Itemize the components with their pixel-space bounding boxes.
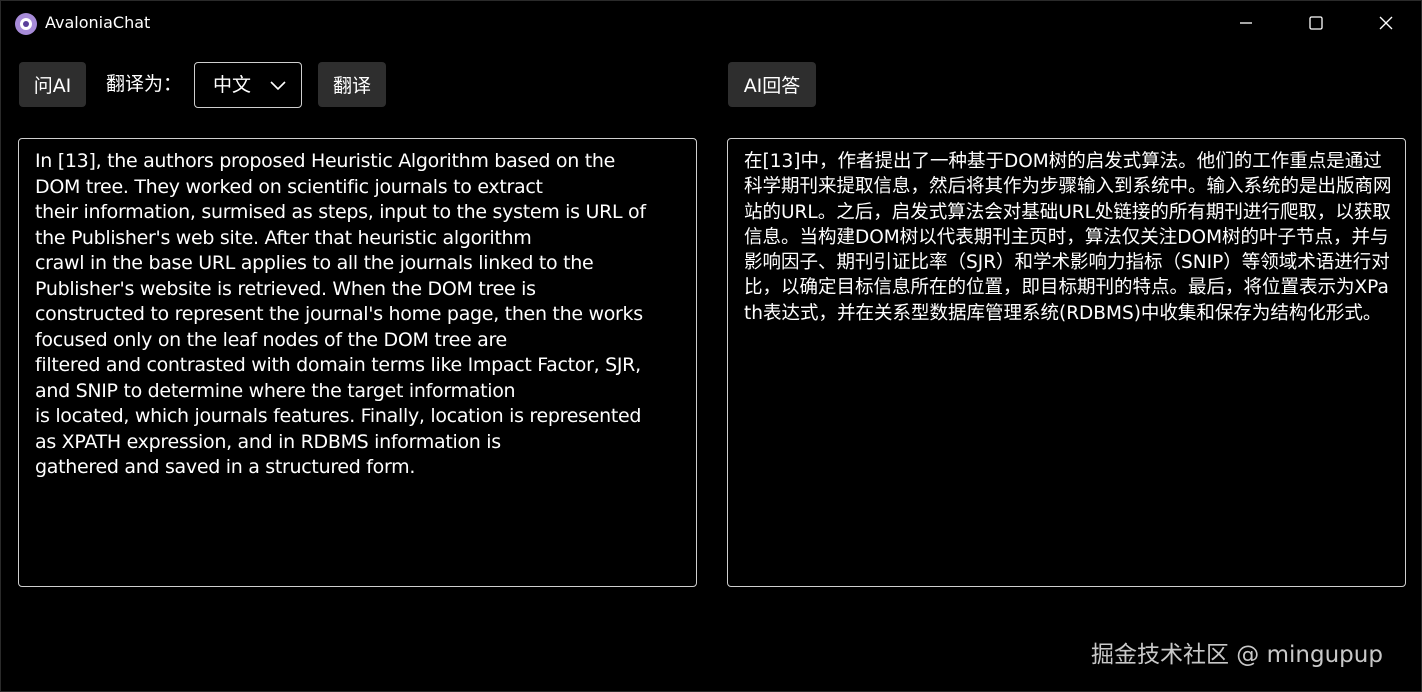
maximize-button[interactable]	[1281, 1, 1351, 45]
title-bar[interactable]: AvaloniaChat	[1, 1, 1422, 45]
language-select-value: 中文	[213, 74, 252, 96]
result-text-output[interactable]: 在[13]中，作者提出了一种基于DOM树的启发式算法。他们的工作重点是通过科学期…	[727, 138, 1406, 587]
app-window: AvaloniaChat 问AI 翻译为： 中文 翻译 AI回答 In [13]	[0, 0, 1422, 692]
ai-answer-button[interactable]: AI回答	[728, 62, 816, 107]
minimize-icon	[1240, 22, 1252, 24]
source-text-input[interactable]: In [13], the authors proposed Heuristic …	[18, 138, 697, 587]
close-button[interactable]	[1351, 1, 1421, 45]
translate-to-label: 翻译为：	[106, 73, 183, 95]
maximize-icon	[1309, 16, 1323, 30]
close-icon	[1379, 16, 1393, 30]
ask-ai-button[interactable]: 问AI	[19, 62, 86, 107]
result-text: 在[13]中，作者提出了一种基于DOM树的启发式算法。他们的工作重点是通过科学期…	[744, 151, 1392, 324]
minimize-button[interactable]	[1211, 1, 1281, 45]
window-title: AvaloniaChat	[45, 13, 151, 32]
app-logo-icon	[15, 13, 37, 35]
source-text: In [13], the authors proposed Heuristic …	[35, 150, 646, 478]
chevron-down-icon	[270, 81, 286, 91]
language-select[interactable]: 中文	[194, 62, 302, 108]
watermark: 掘金技术社区 @ mingupup	[1091, 642, 1383, 668]
translate-button[interactable]: 翻译	[318, 62, 386, 107]
